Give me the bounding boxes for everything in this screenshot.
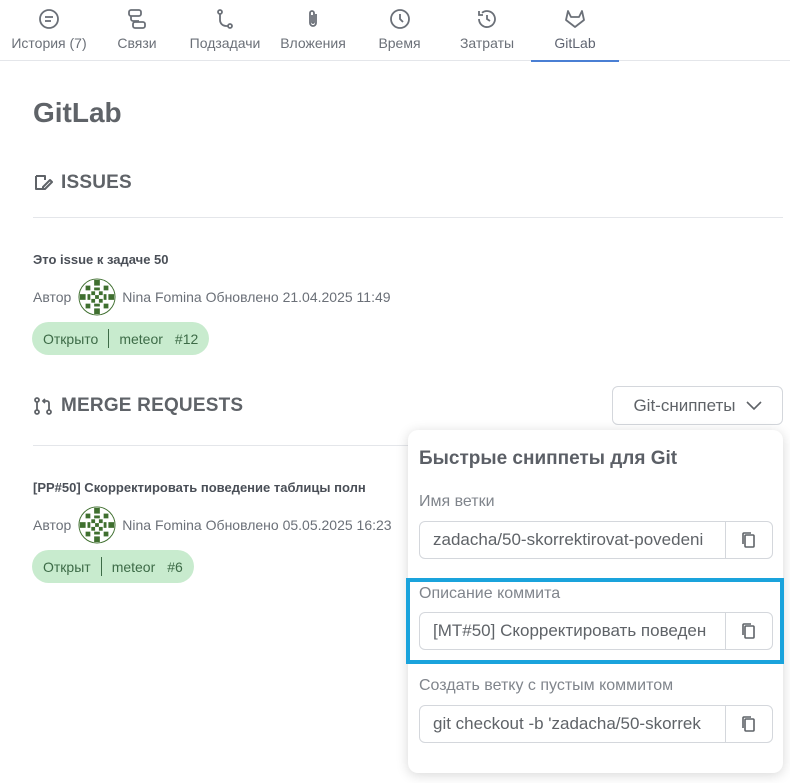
create-branch-label: Создать ветку с пустым коммитом [419, 677, 674, 694]
panel-title: Быстрые сниппеты для Git [419, 448, 678, 469]
issue-title[interactable]: Это issue к задаче 50 [33, 252, 169, 267]
tab-label: Время [378, 35, 421, 51]
branch-name-label: Имя ветки [419, 493, 495, 510]
page-title: GitLab [33, 97, 122, 128]
merge-request-title[interactable]: [PP#50] Скорректировать поведение таблиц… [33, 480, 366, 495]
history-icon [39, 9, 59, 29]
issue-icon [35, 175, 53, 190]
author-label: Автор [33, 289, 72, 305]
divider [33, 217, 783, 218]
git-snippets-label: Git-сниппеты [633, 395, 736, 415]
updated-date: Обновлено 21.04.2025 11:49 [205, 289, 391, 305]
tab-history[interactable]: История (7) [9, 0, 89, 61]
costs-icon [478, 10, 496, 28]
project-label: meteor [111, 558, 156, 575]
updated-date: Обновлено 05.05.2025 16:23 [205, 517, 392, 533]
project-label: meteor [119, 330, 163, 347]
avatar [78, 278, 116, 316]
author-name[interactable]: Nina Fomina [122, 289, 201, 305]
tab-time[interactable]: Время [376, 0, 423, 61]
gitlab-icon [565, 10, 585, 28]
git-snippets-button[interactable]: Git-сниппеты [612, 386, 783, 425]
issue-number: #12 [174, 330, 199, 347]
tab-label: GitLab [554, 35, 596, 51]
create-branch-input[interactable]: git checkout -b 'zadacha/50-skorrek [420, 706, 726, 742]
separator [100, 557, 102, 576]
copy-button[interactable] [726, 522, 772, 558]
tab-attachments[interactable]: Вложения [278, 0, 348, 61]
links-icon [128, 9, 146, 29]
merge-requests-header: MERGE REQUESTS [33, 395, 243, 417]
tab-costs[interactable]: Затраты [456, 0, 518, 61]
issue-meta: Автор Nina Fomina Обновлено 21.04.2025 1… [33, 278, 391, 316]
copy-icon [742, 532, 755, 548]
tab-label: История (7) [11, 35, 87, 51]
merge-requests-title: MERGE REQUESTS [61, 395, 244, 416]
merge-request-meta: Автор Nina Fomina Обновлено 05.05.2025 1… [33, 506, 392, 544]
tab-label: Вложения [280, 35, 346, 51]
subtasks-icon [217, 9, 233, 29]
author-label: Автор [33, 517, 72, 533]
clock-icon [389, 9, 410, 29]
author-name[interactable]: Nina Fomina [122, 517, 201, 533]
copy-button[interactable] [726, 706, 772, 742]
status-label: Открыт [43, 558, 91, 575]
branch-name-input[interactable]: zadacha/50-skorrektirovat-povedeni [420, 522, 726, 558]
highlight-box [406, 578, 784, 664]
tab-links[interactable]: Связи [115, 0, 159, 61]
status-badge: Открыто meteor #12 [32, 322, 210, 355]
branch-name-field: zadacha/50-skorrektirovat-povedeni [419, 521, 773, 559]
merge-request-number: #6 [167, 558, 183, 575]
tab-label: Связи [117, 35, 157, 51]
tab-label: Затраты [459, 35, 515, 51]
tab-subtasks[interactable]: Подзадачи [187, 0, 263, 61]
issues-header: ISSUES [33, 172, 132, 194]
paperclip-icon [309, 10, 317, 27]
status-label: Открыто [43, 330, 99, 347]
create-branch-field: git checkout -b 'zadacha/50-skorrek [419, 705, 773, 743]
tab-gitlab[interactable]: GitLab [531, 0, 619, 62]
status-badge: Открыт meteor #6 [32, 550, 194, 583]
chevron-down-icon [745, 400, 762, 410]
merge-request-icon [34, 397, 52, 415]
tab-label: Подзадачи [189, 35, 261, 51]
tab-bar: История (7) Связи Подзадачи Вложения Вре… [0, 0, 790, 62]
copy-icon [742, 716, 755, 732]
avatar [78, 506, 116, 544]
issues-title: ISSUES [61, 172, 132, 193]
separator [108, 329, 110, 348]
